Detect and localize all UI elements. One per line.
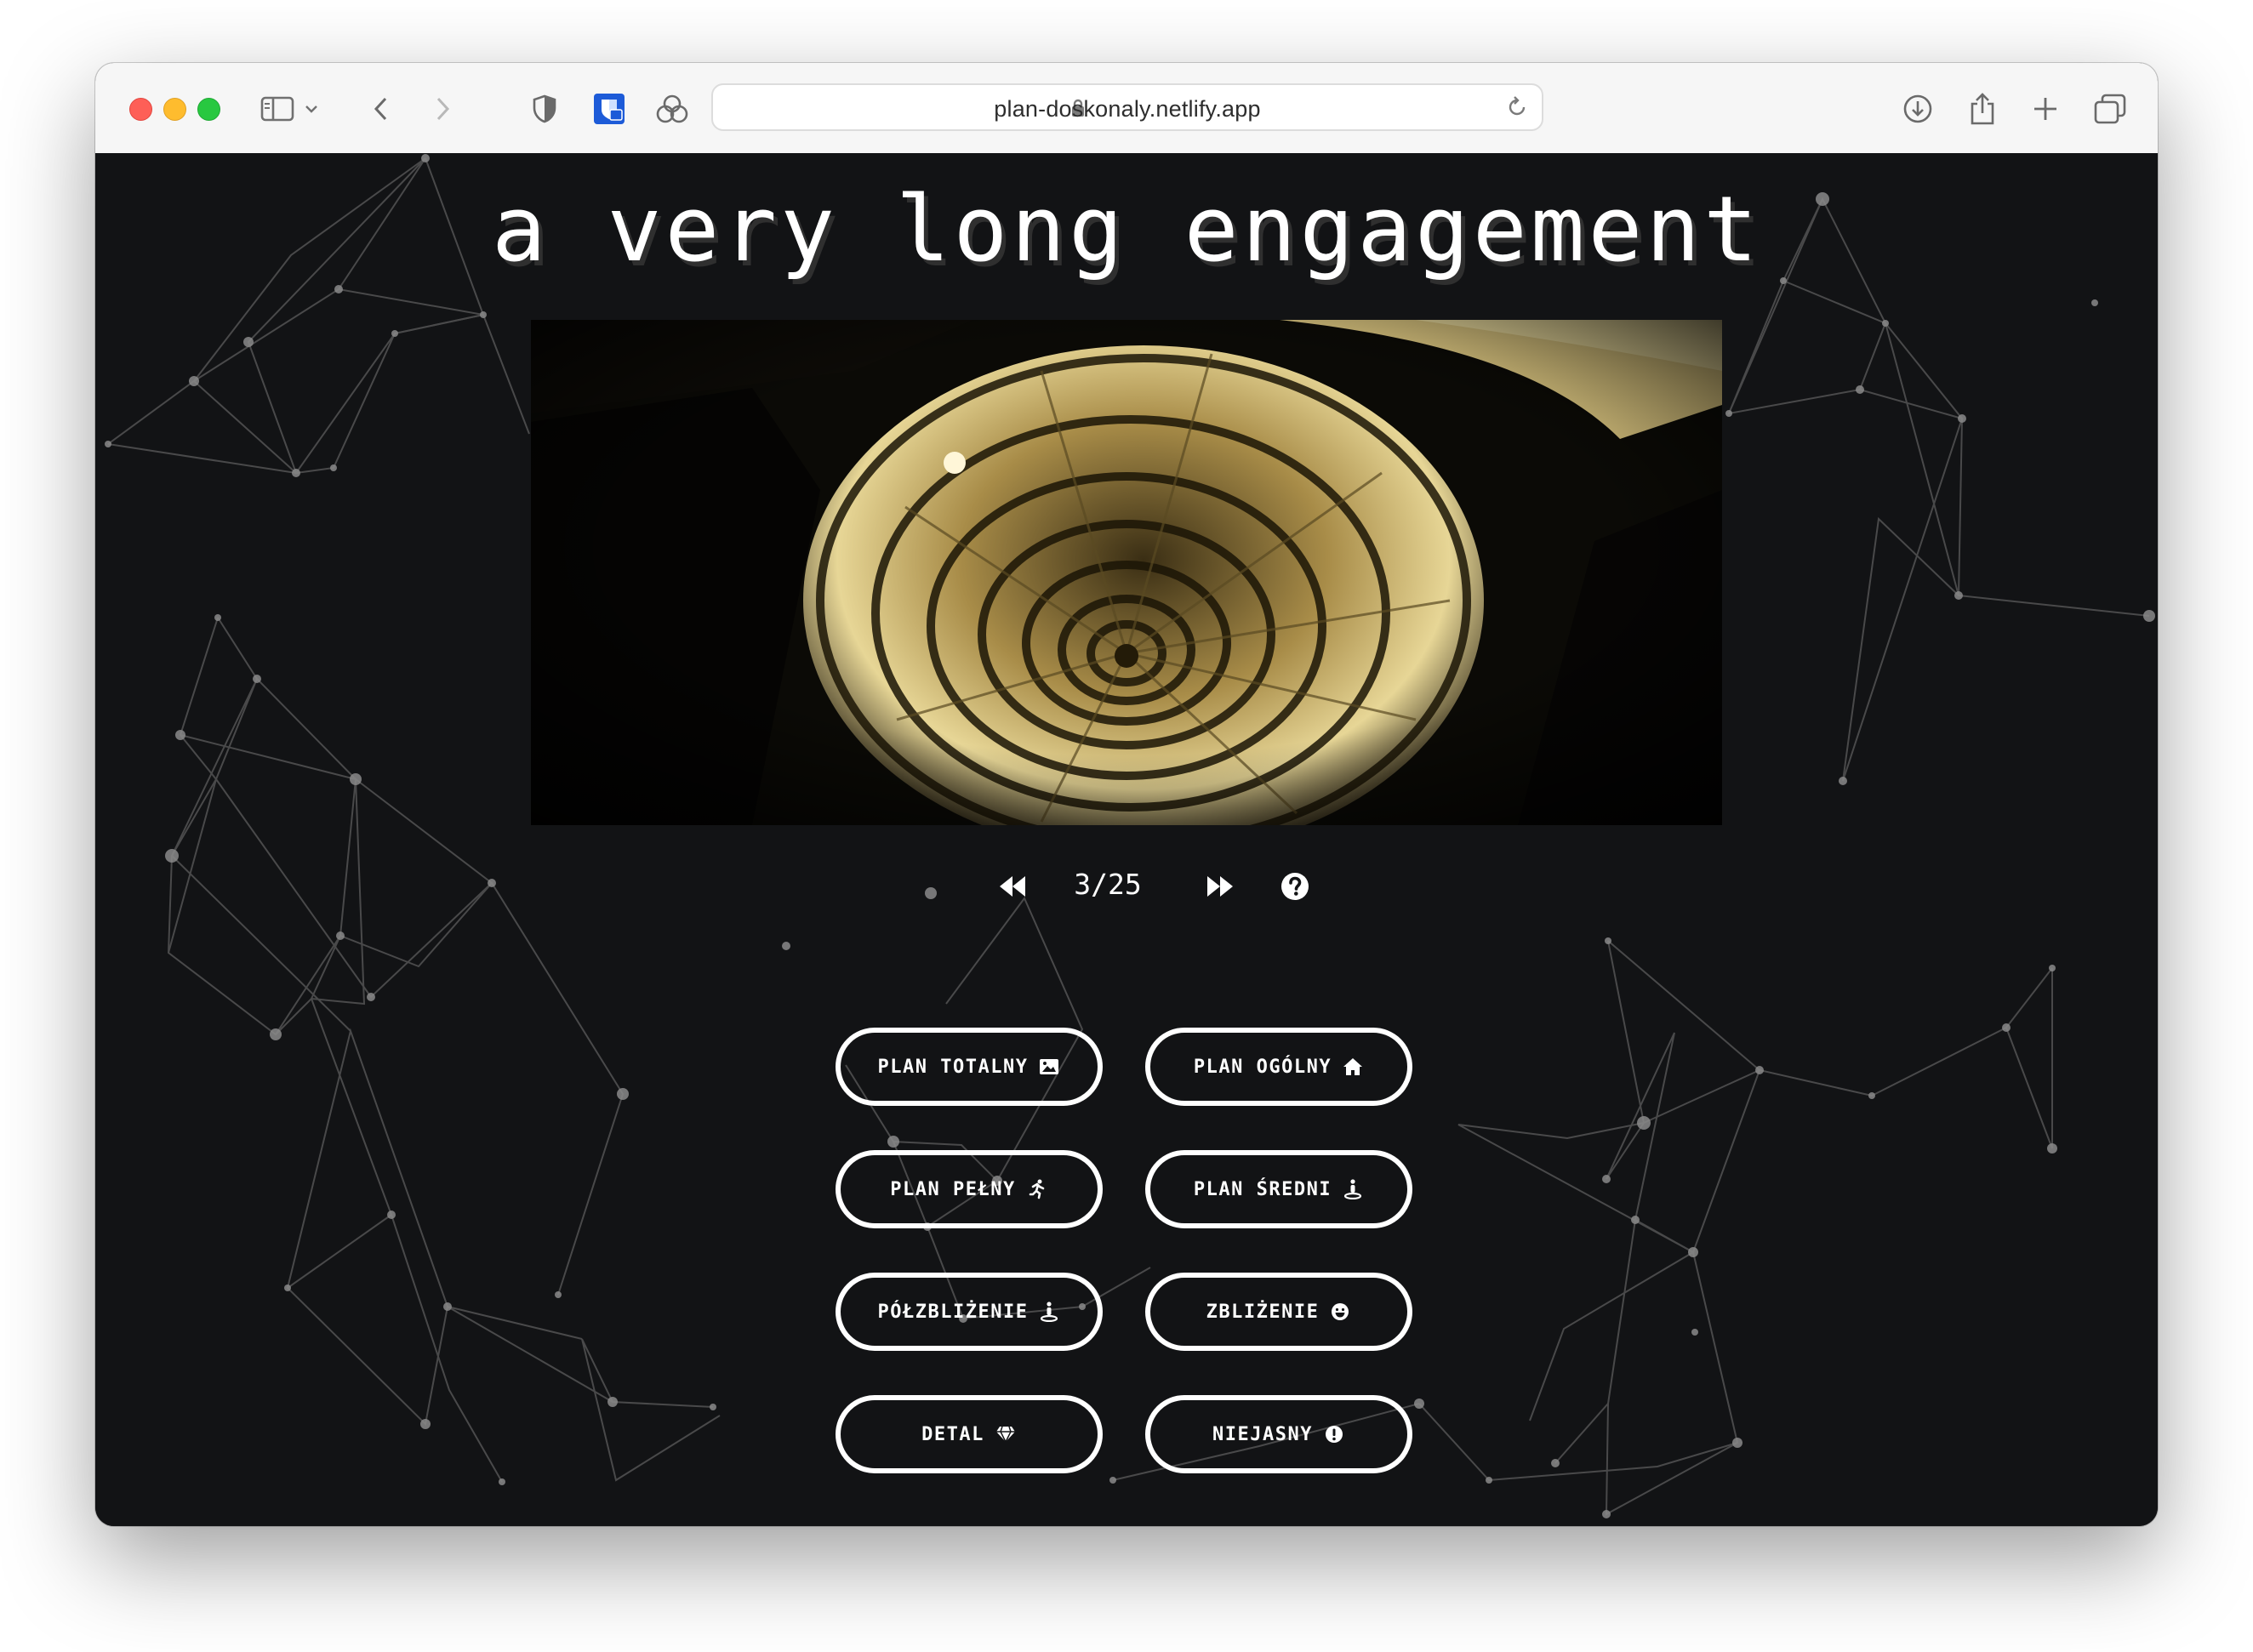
back-icon[interactable] [361,88,402,129]
forward-icon[interactable] [422,88,463,129]
running-person-icon [1026,1178,1048,1200]
chevron-down-icon[interactable] [301,88,322,129]
address-bar[interactable]: plan-doskonaly.netlify.app [711,83,1543,131]
extension-icon[interactable] [652,88,693,129]
shield-icon[interactable] [524,88,565,129]
button-label: NIEJASNY [1212,1423,1313,1445]
slide-counter: 3/25 [1074,868,1142,901]
plan-totalny-button[interactable]: PLAN TOTALNY [836,1028,1103,1106]
browser-window: plan-doskonaly.netlify.app a very long e… [95,63,2158,1526]
button-label: PLAN TOTALNY [877,1056,1029,1078]
slide-navigation: 3/25 [95,861,2158,912]
help-icon[interactable] [1269,861,1320,912]
fast-forward-icon[interactable] [1195,861,1246,912]
button-label: PLAN ŚREDNI [1193,1178,1332,1200]
detal-button[interactable]: DETAL [836,1395,1103,1473]
standing-person-icon [1038,1301,1060,1323]
home-icon [1342,1056,1364,1078]
button-label: PLAN PEŁNY [890,1178,1016,1200]
plan-ogolny-button[interactable]: PLAN OGÓLNY [1145,1028,1412,1106]
plan-pelny-button[interactable]: PLAN PEŁNY [836,1150,1103,1228]
rewind-icon[interactable] [987,861,1038,912]
url-text: plan-doskonaly.netlify.app [994,96,1261,122]
gem-icon [995,1423,1017,1445]
zoom-window-button[interactable] [197,98,220,121]
tab-overview-icon[interactable] [2090,88,2130,129]
reload-icon[interactable] [1506,95,1528,122]
polzblizenie-button[interactable]: PÓŁZBLIŻENIE [836,1273,1103,1351]
shot-image[interactable] [531,320,1722,825]
zblizenie-button[interactable]: ZBLIŻENIE [1145,1273,1412,1351]
niejasny-button[interactable]: NIEJASNY [1145,1395,1412,1473]
page-content: a very long engagement 3/25 PLAN TOTALNY… [95,153,2158,1526]
exclamation-circle-icon [1323,1423,1345,1445]
new-tab-icon[interactable] [2025,88,2066,129]
standing-person-icon [1342,1178,1364,1200]
smile-icon [1329,1301,1351,1323]
bitwarden-icon[interactable] [589,88,630,129]
button-label: ZBLIŻENIE [1206,1301,1320,1323]
share-icon[interactable] [1962,88,2003,129]
browser-toolbar: plan-doskonaly.netlify.app [95,63,2158,154]
image-icon [1038,1056,1060,1078]
sidebar-icon[interactable] [257,88,298,129]
download-icon[interactable] [1897,88,1938,129]
page-title: a very long engagement [492,177,1761,282]
plan-sredni-button[interactable]: PLAN ŚREDNI [1145,1150,1412,1228]
minimize-window-button[interactable] [163,98,186,121]
button-label: PLAN OGÓLNY [1193,1056,1332,1078]
button-label: DETAL [921,1423,984,1445]
close-window-button[interactable] [129,98,152,121]
button-label: PÓŁZBLIŻENIE [877,1301,1029,1323]
